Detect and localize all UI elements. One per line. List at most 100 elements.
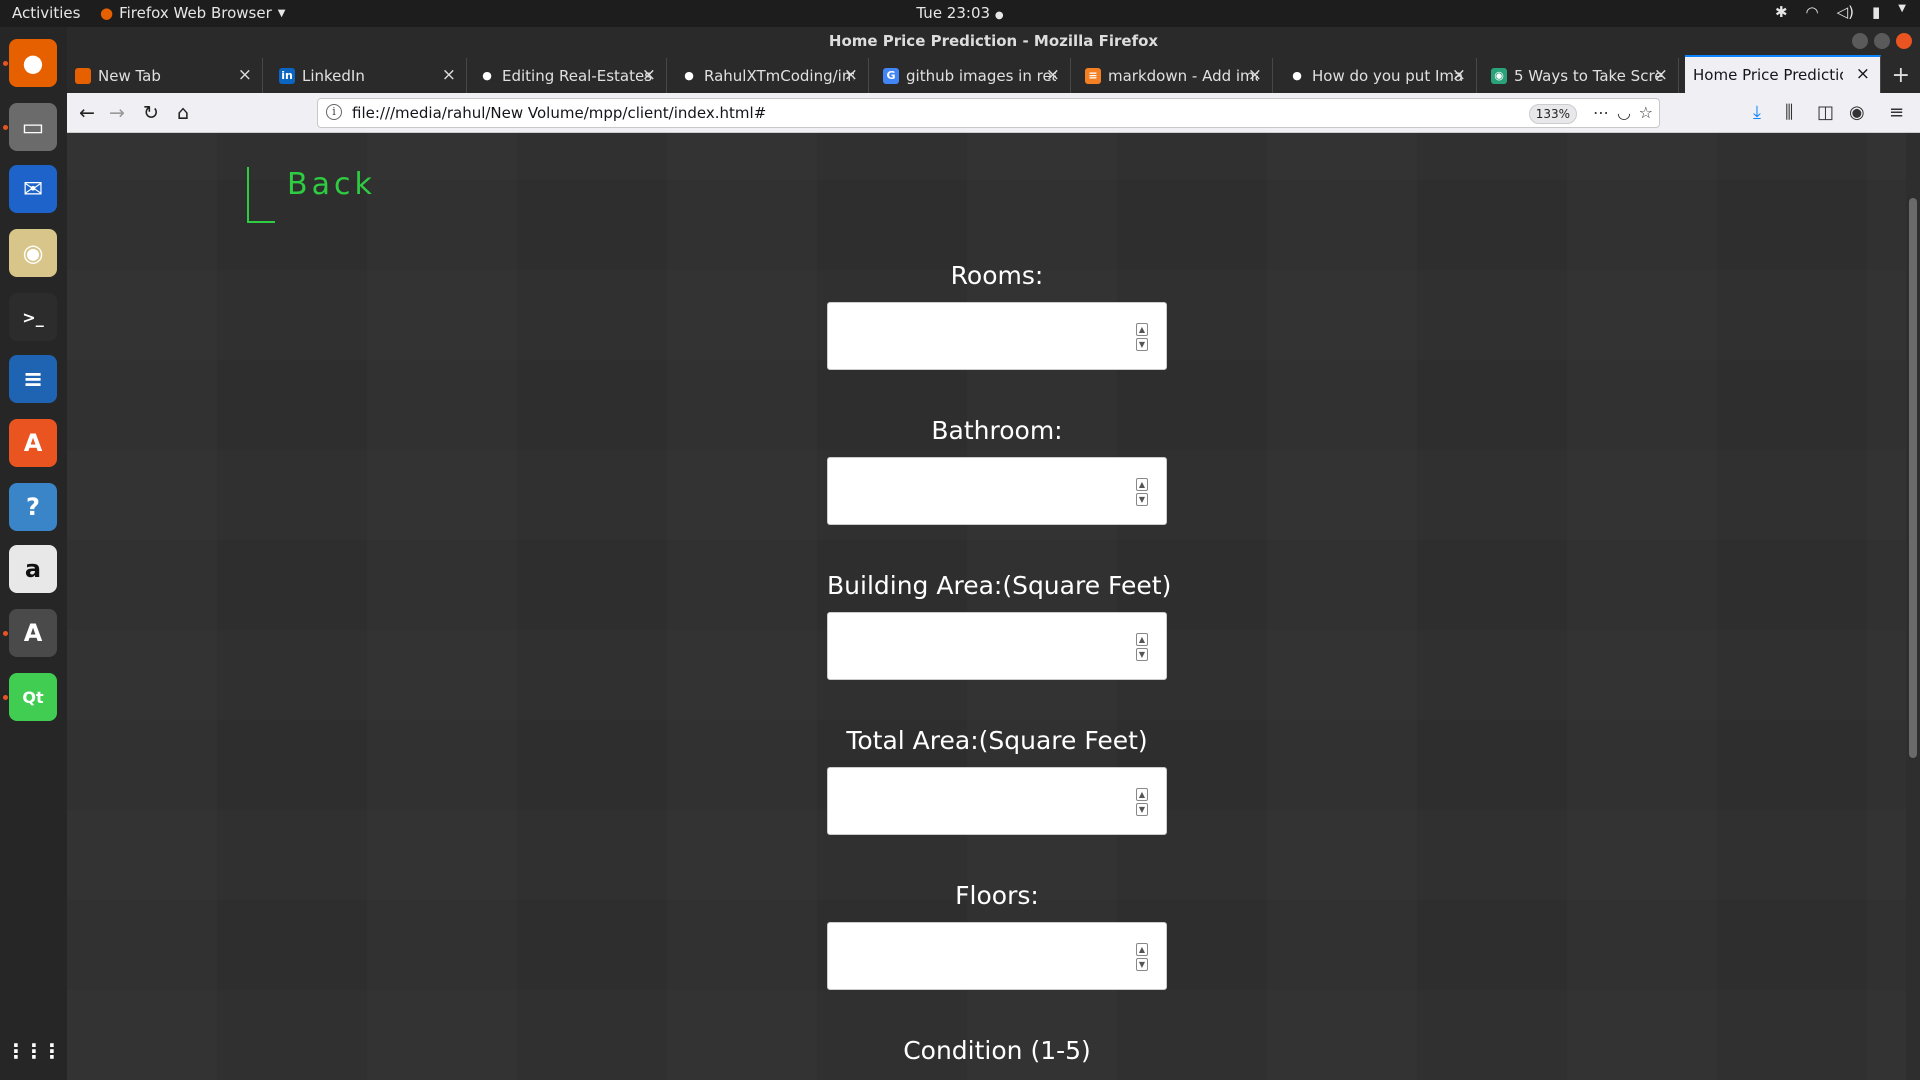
firefox-window: Home Price Prediction - Mozilla Firefox … <box>67 27 1920 1080</box>
field-label: Rooms: <box>950 261 1044 290</box>
tab-close-icon[interactable]: × <box>1452 65 1466 85</box>
form-field: Building Area:(Square Feet) ▲ ▼ <box>827 571 1172 680</box>
spinner-up-icon[interactable]: ▲ <box>1136 788 1148 801</box>
dock-qt-creator-icon[interactable]: Qt <box>9 673 57 721</box>
browser-tab[interactable]: in LinkedIn × <box>271 58 467 93</box>
reload-icon[interactable]: ↻ <box>139 101 163 125</box>
battery-icon[interactable]: ▮ <box>1872 3 1880 21</box>
pocket-icon[interactable]: ◡ <box>1617 103 1631 122</box>
page-scrollbar[interactable] <box>1906 133 1920 1080</box>
number-spinner[interactable]: ▲ ▼ <box>1136 943 1148 971</box>
site-info-icon[interactable]: i <box>326 104 342 120</box>
minimize-button[interactable] <box>1852 33 1868 49</box>
number-spinner[interactable]: ▲ ▼ <box>1136 633 1148 661</box>
firefox-icon <box>75 67 91 84</box>
dock-software-updater-icon[interactable]: A <box>9 609 57 657</box>
library-icon[interactable]: ⫼ <box>1785 102 1793 123</box>
tab-close-icon[interactable]: × <box>642 65 656 85</box>
window-close-button[interactable] <box>1896 33 1912 49</box>
tab-label: LinkedIn <box>302 66 365 85</box>
browser-tab[interactable]: ● RahulXTmCoding/im × <box>673 58 869 93</box>
number-spinner[interactable]: ▲ ▼ <box>1136 788 1148 816</box>
spinner-up-icon[interactable]: ▲ <box>1136 943 1148 956</box>
downloads-icon[interactable]: ⤓ <box>1753 102 1761 123</box>
tab-close-icon[interactable]: × <box>442 65 456 85</box>
bookmark-star-icon[interactable]: ☆ <box>1639 103 1653 122</box>
dock-firefox-icon[interactable]: ● <box>9 39 57 87</box>
spinner-up-icon[interactable]: ▲ <box>1136 633 1148 646</box>
tab-close-icon[interactable]: × <box>844 65 858 85</box>
tab-close-icon[interactable]: × <box>1046 65 1060 85</box>
dock-files-icon[interactable]: ▭ <box>9 103 57 151</box>
number-input[interactable] <box>828 613 1128 679</box>
browser-tab[interactable]: Home Price Prediction × <box>1685 55 1881 93</box>
dock-amazon-icon[interactable]: a <box>9 545 57 593</box>
browser-tab[interactable]: ≡ markdown - Add imag × <box>1077 58 1273 93</box>
dock-ubuntu-software-icon[interactable]: A <box>9 419 57 467</box>
tab-close-icon[interactable]: × <box>1654 65 1668 85</box>
number-input[interactable] <box>828 768 1128 834</box>
tab-label: Home Price Prediction <box>1693 66 1843 84</box>
spinner-down-icon[interactable]: ▼ <box>1136 958 1148 971</box>
bluetooth-icon[interactable]: ✱ <box>1775 3 1788 21</box>
new-tab-plus-icon[interactable]: + <box>1892 63 1910 88</box>
browser-tab[interactable]: Ggithub images in reac × <box>875 58 1071 93</box>
tab-close-icon[interactable]: × <box>1248 65 1262 85</box>
back-link[interactable]: Back <box>247 167 447 223</box>
navigation-toolbar: ← → ↻ ⌂ i file:///media/rahul/New Volume… <box>67 93 1920 133</box>
activities-button[interactable]: Activities <box>12 4 80 22</box>
clock[interactable]: Tue 23:03 <box>916 4 990 22</box>
chevron-down-icon: ▼ <box>277 7 286 19</box>
system-menu-chevron-icon[interactable]: ▼ <box>1898 3 1906 21</box>
dock-thunderbird-icon[interactable]: ✉ <box>9 165 57 213</box>
spinner-down-icon[interactable]: ▼ <box>1136 803 1148 816</box>
maximize-button[interactable] <box>1874 33 1890 49</box>
number-input[interactable] <box>828 303 1128 369</box>
site-icon: ◉ <box>1491 67 1507 84</box>
window-titlebar[interactable]: Home Price Prediction - Mozilla Firefox <box>67 27 1920 55</box>
browser-tab[interactable]: ● Editing Real-Estates-I × <box>471 58 667 93</box>
spinner-down-icon[interactable]: ▼ <box>1136 493 1148 506</box>
zoom-indicator[interactable]: 133% <box>1528 104 1577 124</box>
number-input[interactable] <box>828 923 1128 989</box>
url-bar[interactable]: i file:///media/rahul/New Volume/mpp/cli… <box>317 98 1660 128</box>
account-icon[interactable]: ◉ <box>1849 102 1865 123</box>
spinner-down-icon[interactable]: ▼ <box>1136 648 1148 661</box>
hamburger-menu-icon[interactable]: ≡ <box>1889 102 1904 123</box>
spinner-up-icon[interactable]: ▲ <box>1136 478 1148 491</box>
field-label: Building Area:(Square Feet) <box>827 571 1172 600</box>
dock-help-icon[interactable]: ? <box>9 483 57 531</box>
volume-icon[interactable]: ◁) <box>1837 3 1854 21</box>
browser-tab[interactable]: ◉ 5 Ways to Take Scree × <box>1483 58 1679 93</box>
sidebar-icon[interactable]: ◫ <box>1817 102 1834 123</box>
browser-tab[interactable]: New Tab × <box>67 58 263 93</box>
dock-rhythmbox-icon[interactable]: ◉ <box>9 229 57 277</box>
wifi-icon[interactable]: ◠ <box>1806 3 1819 21</box>
dock-libreoffice-writer-icon[interactable]: ≡ <box>9 355 57 403</box>
number-input[interactable] <box>828 458 1128 524</box>
spinner-down-icon[interactable]: ▼ <box>1136 338 1148 351</box>
scrollbar-thumb[interactable] <box>1909 198 1917 758</box>
dock-terminal-icon[interactable]: >_ <box>9 293 57 341</box>
show-applications-grid-icon[interactable]: ⋮⋮⋮ <box>6 1027 62 1075</box>
number-input-box: ▲ ▼ <box>827 767 1167 835</box>
system-tray[interactable]: ✱ ◠ ◁) ▮ ▼ <box>1775 3 1906 21</box>
number-spinner[interactable]: ▲ ▼ <box>1136 478 1148 506</box>
app-menu[interactable]: ● Firefox Web Browser ▼ <box>100 4 285 22</box>
number-input-box: ▲ ▼ <box>827 612 1167 680</box>
linkedin-icon: in <box>279 67 295 84</box>
spinner-up-icon[interactable]: ▲ <box>1136 323 1148 336</box>
dock-running-indicator <box>3 125 8 130</box>
url-text[interactable]: file:///media/rahul/New Volume/mpp/clien… <box>352 104 766 122</box>
tab-close-icon[interactable]: × <box>1856 64 1870 84</box>
back-arrow-icon[interactable]: ← <box>75 101 99 125</box>
home-icon[interactable]: ⌂ <box>171 101 195 125</box>
page-actions-icon[interactable]: ⋯ <box>1593 103 1609 122</box>
tab-label: Editing Real-Estates-I <box>502 66 652 85</box>
number-spinner[interactable]: ▲ ▼ <box>1136 323 1148 351</box>
forward-arrow-icon[interactable]: → <box>105 101 129 125</box>
browser-tab[interactable]: ● How do you put Imag × <box>1281 58 1477 93</box>
number-input-box: ▲ ▼ <box>827 922 1167 990</box>
window-title: Home Price Prediction - Mozilla Firefox <box>828 32 1159 50</box>
tab-close-icon[interactable]: × <box>238 65 252 85</box>
